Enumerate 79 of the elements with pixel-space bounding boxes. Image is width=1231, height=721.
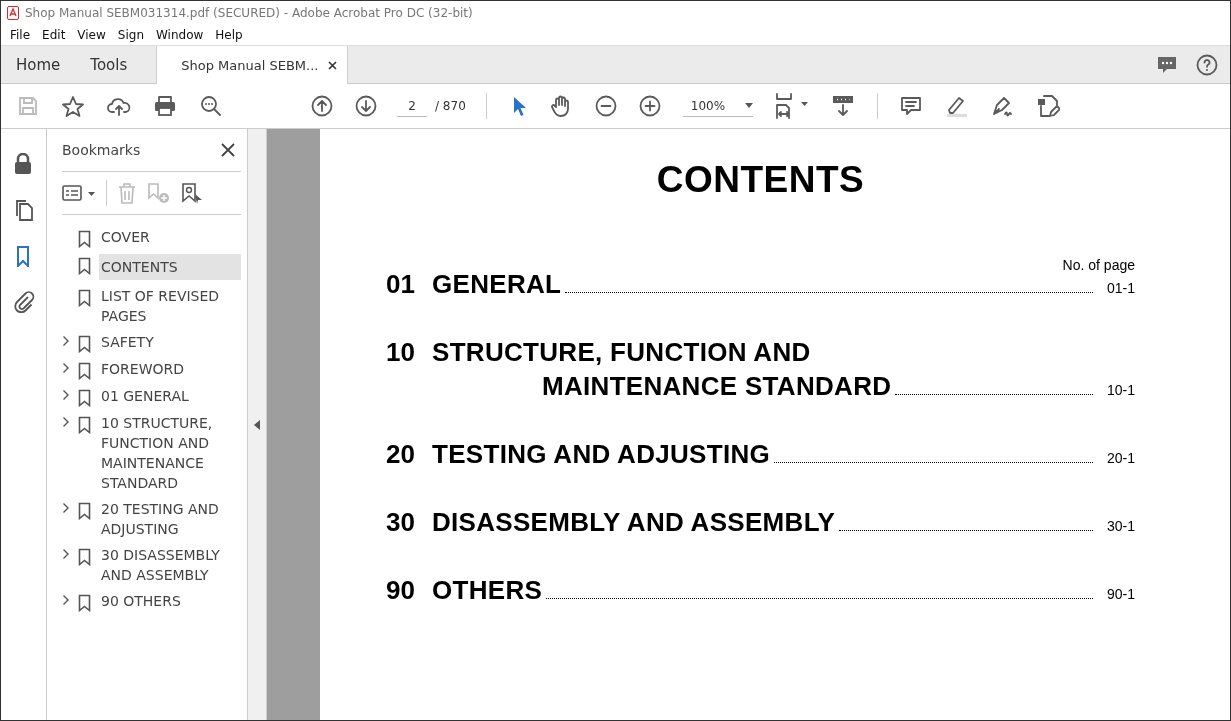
bookmark-item[interactable]: 10 STRUCTURE, FUNCTION AND MAINTENANCE STANDARD: [99, 413, 241, 493]
options-menu-icon[interactable]: [62, 184, 96, 202]
zoom-out-icon[interactable]: [594, 95, 617, 117]
contents-entry-title: STRUCTURE, FUNCTION AND: [432, 336, 811, 369]
search-icon[interactable]: [199, 95, 223, 117]
bookmark-icon: [78, 257, 91, 275]
cloud-upload-icon[interactable]: [107, 95, 131, 117]
contents-entry-title: MAINTENANCE STANDARD: [542, 370, 892, 403]
bookmark-icon: [78, 594, 91, 612]
section-number: 30: [386, 506, 416, 539]
bookmark-item[interactable]: SAFETY: [99, 332, 241, 352]
menu-item[interactable]: View: [71, 28, 112, 42]
contents-entry-title: OTHERS: [432, 574, 543, 607]
page-number: 20-1: [1105, 449, 1135, 468]
paperclip-icon[interactable]: [12, 291, 35, 313]
chevron-icon[interactable]: [62, 362, 70, 374]
bookmark-item[interactable]: 90 OTHERS: [99, 591, 241, 611]
acrobat-logo-icon: [7, 6, 19, 20]
section-number: 10: [386, 336, 416, 369]
bookmark-icon: [78, 548, 91, 566]
chevron-icon[interactable]: [62, 502, 70, 514]
tab[interactable]: Shop Manual SEBM...: [156, 46, 349, 84]
contents-entry-title: GENERAL: [432, 268, 562, 301]
chevron-icon[interactable]: [62, 416, 70, 428]
bookmark-item[interactable]: FOREWORD: [99, 359, 241, 379]
comment-note-icon[interactable]: [899, 95, 922, 117]
bookmark-item[interactable]: CONTENTS: [99, 254, 241, 280]
menu-item[interactable]: Window: [150, 28, 210, 42]
section-number: 90: [386, 574, 416, 607]
page-fit-icon[interactable]: [774, 93, 809, 119]
section-number: 20: [386, 438, 416, 471]
zoom-in-icon[interactable]: [638, 95, 661, 117]
contents-entry-title: TESTING AND ADJUSTING: [432, 438, 771, 471]
close-icon[interactable]: [221, 143, 235, 157]
column-label: No. of page: [1061, 257, 1135, 273]
arrow-down-icon[interactable]: [355, 95, 377, 117]
section-number: 01: [386, 268, 416, 301]
panel-title: Bookmarks: [62, 142, 141, 158]
page-number-field[interactable]: 2: [397, 95, 427, 117]
chevron-icon[interactable]: [62, 594, 70, 606]
menu-item[interactable]: Help: [209, 28, 249, 42]
page-number: 10-1: [1105, 381, 1135, 400]
printer-icon[interactable]: [153, 95, 177, 117]
page-number: 30-1: [1105, 517, 1135, 536]
page-number: 90-1: [1105, 585, 1135, 604]
bookmark-icon: [78, 502, 91, 520]
menu-item[interactable]: Sign: [111, 28, 150, 42]
bookmark-item[interactable]: 01 GENERAL: [99, 386, 241, 406]
contents-entry-title: DISASSEMBLY AND ASSEMBLY: [432, 506, 836, 539]
menu-item[interactable]: File: [4, 28, 37, 42]
page-total: / 870: [435, 99, 466, 113]
bookmark-icon: [78, 289, 91, 307]
tab[interactable]: Home: [1, 46, 76, 83]
help-icon[interactable]: [1196, 53, 1218, 76]
zoom-dropdown[interactable]: 100%: [682, 95, 753, 117]
bookmark-item[interactable]: COVER: [99, 227, 241, 247]
bookmark-item[interactable]: 30 DISASSEMBLY AND ASSEMBLY: [99, 545, 241, 585]
tab[interactable]: Tools: [75, 46, 143, 83]
caret-icon: [744, 103, 753, 108]
chevron-icon[interactable]: [62, 389, 70, 401]
collapse-arrow-icon[interactable]: [254, 419, 260, 430]
chevron-icon[interactable]: [62, 548, 70, 560]
chevron-icon[interactable]: [62, 335, 70, 347]
bookmark-icon: [78, 230, 91, 248]
bookmark-item[interactable]: 20 TESTING AND ADJUSTING: [99, 499, 241, 539]
bookmark-item[interactable]: LIST OF REVISED PAGES: [99, 286, 241, 326]
bookmark-icon: [78, 416, 91, 434]
close-icon[interactable]: [328, 60, 338, 70]
scroll-mode-icon[interactable]: [830, 94, 855, 118]
menu-item[interactable]: Edit: [36, 28, 72, 42]
page-number: 01-1: [1105, 279, 1135, 298]
bookmark-icon: [78, 389, 91, 407]
bookmark-icon: [78, 335, 91, 353]
window-title: Shop Manual SEBM031314.pdf (SECURED) - Adobe Acrobat Pro DC (32-bit): [25, 6, 473, 20]
star-icon[interactable]: [61, 95, 85, 117]
page-heading: CONTENTS: [655, 159, 866, 201]
arrow-up-icon[interactable]: [311, 95, 333, 117]
edit-document-icon[interactable]: [1035, 94, 1060, 118]
bookmark-icon: [78, 362, 91, 380]
